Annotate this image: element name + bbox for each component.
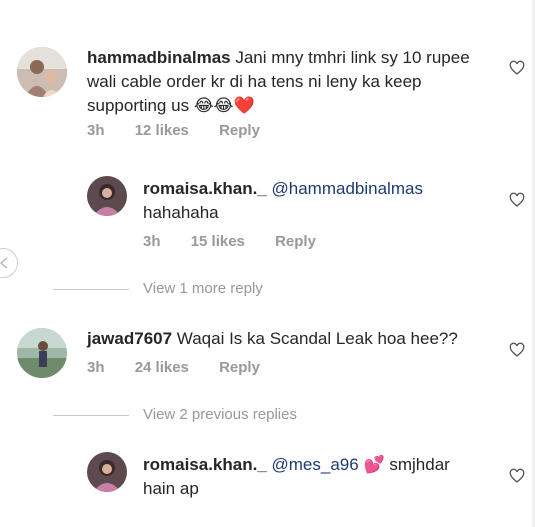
avatar-photo <box>87 452 127 492</box>
comment-text: Waqai Is ka Scandal Leak hoa hee?? <box>176 329 458 348</box>
heart-icon[interactable] <box>509 60 525 76</box>
reply-button[interactable]: Reply <box>275 233 316 250</box>
comment-username[interactable]: romaisa.khan._ <box>143 179 267 198</box>
comment-time: 3h <box>143 233 161 250</box>
avatar-photo <box>17 47 67 97</box>
divider <box>53 414 129 416</box>
comment-mention[interactable]: @hammadbinalmas <box>272 179 423 198</box>
comment-likes[interactable]: 15 likes <box>191 233 245 250</box>
comment-text: hahahaha <box>143 203 219 222</box>
comment-body: romaisa.khan._ @hammadbinalmas hahahaha <box>143 177 483 225</box>
comment-username[interactable]: hammadbinalmas <box>87 48 231 67</box>
reply-button[interactable]: Reply <box>219 122 260 139</box>
reply-button[interactable]: Reply <box>219 359 260 376</box>
comment-likes[interactable]: 12 likes <box>135 122 189 139</box>
avatar-photo <box>17 328 67 378</box>
avatar[interactable] <box>17 328 67 378</box>
avatar[interactable] <box>87 176 127 216</box>
divider <box>53 288 129 290</box>
comment-meta: 3h 15 likes Reply <box>143 233 342 250</box>
comment-meta: 3h 12 likes Reply <box>87 122 286 139</box>
comment-body: hammadbinalmas Jani mny tmhri link sy 10… <box>87 46 497 118</box>
view-more-replies[interactable]: View 1 more reply <box>53 280 263 297</box>
comment-username[interactable]: jawad7607 <box>87 329 172 348</box>
heart-icon[interactable] <box>509 342 525 358</box>
comment-time: 3h <box>87 122 105 139</box>
scroll-left-button[interactable] <box>0 248 18 278</box>
avatar[interactable] <box>87 452 127 492</box>
emoji: 😂😂❤️ <box>193 96 255 115</box>
comment-likes[interactable]: 24 likes <box>135 359 189 376</box>
comment-meta: 3h 24 likes Reply <box>87 359 286 376</box>
comment-time: 3h <box>87 359 105 376</box>
view-previous-label[interactable]: View 2 previous replies <box>143 406 297 423</box>
chevron-left-icon <box>0 257 8 269</box>
emoji: 💕 <box>363 455 385 474</box>
comment-mention[interactable]: @mes_a96 <box>272 455 359 474</box>
comment-username[interactable]: romaisa.khan._ <box>143 455 267 474</box>
comment-body: romaisa.khan._ @mes_a96 💕 smjhdar hain a… <box>143 453 483 501</box>
heart-icon[interactable] <box>509 192 525 208</box>
view-previous-replies[interactable]: View 2 previous replies <box>53 406 297 423</box>
heart-icon[interactable] <box>509 468 525 484</box>
avatar-photo <box>87 176 127 216</box>
avatar[interactable] <box>17 47 67 97</box>
comment-body: jawad7607 Waqai Is ka Scandal Leak hoa h… <box>87 327 507 351</box>
view-more-label[interactable]: View 1 more reply <box>143 280 263 297</box>
